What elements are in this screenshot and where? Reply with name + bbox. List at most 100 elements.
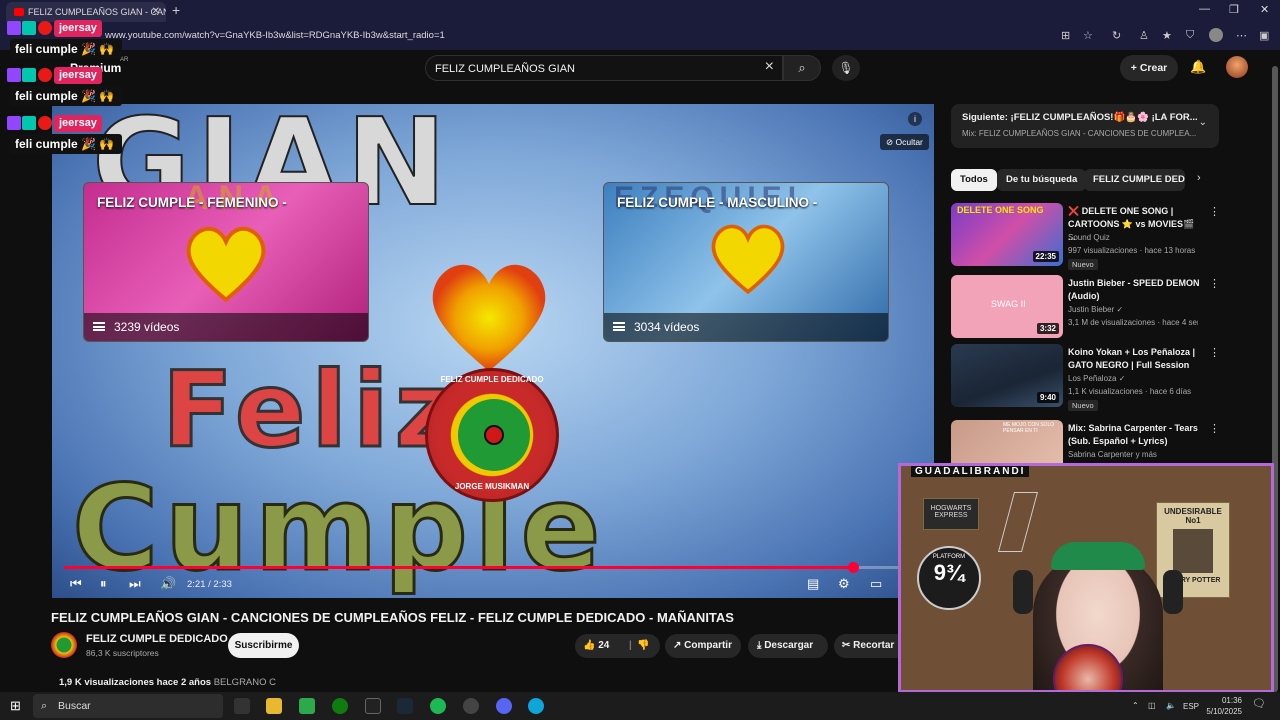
up-next-mix-panel[interactable]: Siguiente: ¡FELIZ CUMPLEAÑOS!🎁🎂🌸 ¡LA FOR… [951,104,1219,148]
language-indicator[interactable]: ESP [1183,701,1199,712]
video-thumbnail[interactable]: SWAG II 3:32 [951,275,1063,338]
sub-badge-icon [22,21,36,35]
recommended-video[interactable]: SWAG II 3:32 Justin Bieber - SPEED DEMON… [951,275,1221,339]
chevron-right-icon[interactable]: › [1197,172,1201,184]
volume-icon[interactable]: 🔊 [160,576,176,592]
spotify-icon[interactable] [430,698,446,714]
chat-message: feli cumple 🎉 🙌 [10,86,123,106]
clear-search-icon[interactable]: × [765,58,774,76]
hogwarts-express-sign: HOGWARTS EXPRESS [923,498,979,530]
share-button[interactable]: ↗ Compartir [665,634,741,658]
windows-taskbar: ⊞ ⌕ Buscar ⌃ ◫ 🔈 ESP 01:36 5/10/2025 🗨 [0,692,1280,720]
file-explorer-icon[interactable] [266,698,282,714]
new-tab-button[interactable]: + [172,2,180,18]
chevron-down-icon[interactable]: ⌄ [1199,117,1207,128]
location-tag: BELGRANO C [213,677,277,688]
download-button[interactable]: ⤓ Descargar [748,634,828,658]
more-menu-icon[interactable]: ⋯ [1236,29,1247,42]
pause-icon[interactable]: ⏸ [100,576,107,592]
next-icon[interactable]: ⏭ [129,576,141,592]
platform-number: 9¾ [933,560,965,585]
dislike-icon[interactable]: 👎 [637,634,649,658]
windows-start-icon[interactable]: ⊞ [10,698,21,714]
chip-de-tu-busqueda[interactable]: De tu búsqueda [997,169,1087,191]
video-thumbnail[interactable]: 9:40 [951,344,1063,407]
chat-username: jeersay [54,67,102,84]
more-options-icon[interactable]: ⋮ [1209,422,1220,435]
epic-games-icon[interactable] [365,698,381,714]
end-screen-playlist-card-femenino[interactable]: ANA FELIZ CUMPLE - FEMENINO - 3239 vídeo… [83,182,369,342]
obs-icon[interactable] [463,698,479,714]
voice-search-button[interactable]: 🎙 [832,55,860,81]
settings-gear-icon[interactable]: ⚙ [838,576,850,592]
close-window-icon[interactable]: ✕ [1260,3,1269,16]
channel-avatar[interactable] [51,632,77,658]
headphone-left [1013,570,1033,614]
poster-title: UNDESIRABLE No1 [1164,507,1222,525]
recommended-video[interactable]: DELETE ONE SONG 22:35 ❌ DELETE ONE SONG … [951,203,1221,270]
minecraft-icon[interactable] [299,698,315,714]
favorites-icon[interactable]: ★ [1162,29,1172,42]
progress-bar[interactable] [64,562,922,573]
refresh-icon[interactable]: ↻ [1112,29,1121,42]
end-screen-playlist-card-masculino[interactable]: EZEQUIEL FELIZ CUMPLE - MASCULINO - 3034… [603,182,889,342]
account-avatar[interactable] [1226,56,1248,78]
taskbar-search[interactable]: ⌕ Buscar [33,694,223,718]
sub-badge-icon [22,116,36,130]
steam-icon[interactable] [397,698,413,714]
theater-mode-icon[interactable]: ▭ [870,576,882,592]
volume-icon[interactable]: 🔈 [1166,700,1176,711]
tray-chevron-icon[interactable]: ⌃ [1132,700,1139,711]
clock[interactable]: 01:36 5/10/2025 [1200,695,1242,717]
more-options-icon[interactable]: ⋮ [1209,346,1220,359]
address-bar: www.youtube.com/watch?v=GnaYKB-Ib3w&list… [0,22,1280,50]
chat-message: feli cumple 🎉 🙌 [10,134,123,154]
shield-icon[interactable]: ⛉ [1186,29,1194,42]
video-metadata[interactable]: 1,9 K visualizaciones hace 2 años BELGRA… [59,677,276,688]
maximize-icon[interactable]: ❐ [1229,3,1239,16]
edge-browser-icon[interactable] [528,698,544,714]
info-icon[interactable]: i [908,112,922,126]
channel-name[interactable]: FELIZ CUMPLE DEDICADO [86,633,228,645]
apps-icon[interactable]: ⊞ [1061,29,1070,42]
previous-icon[interactable]: ⏮ [70,576,82,592]
clock-time: 01:36 [1221,696,1242,705]
discord-icon[interactable] [496,698,512,714]
notifications-bell-icon[interactable]: 🔔 [1190,59,1206,75]
video-player[interactable]: GIAN Feliz Cumple FELIZ CUMPLE DEDICADO … [52,104,934,598]
favorite-star-icon[interactable]: ☆ [1083,29,1093,42]
like-count: 24 [598,640,610,651]
chip-todos[interactable]: Todos [951,169,997,191]
xbox-icon[interactable] [332,698,348,714]
profile-avatar-icon[interactable] [1209,28,1223,42]
recommended-video[interactable]: 9:40 Koino Yokan + Los Peñaloza | GATO N… [951,344,1221,411]
taskbar-search-label: Buscar [58,700,91,712]
minimize-icon[interactable]: — [1199,3,1210,15]
task-view-icon[interactable] [234,698,250,714]
more-options-icon[interactable]: ⋮ [1209,205,1220,218]
create-button[interactable]: + Crear [1120,55,1178,81]
like-button[interactable]: 👍 24 [583,634,609,658]
video-title: FELIZ CUMPLEAÑOS GIAN - CANCIONES DE CUM… [51,610,734,625]
notification-center-icon[interactable]: 🗨 [1252,699,1266,710]
extension-icon[interactable]: ♙ [1139,29,1149,42]
card-count-label: 3239 vídeos [114,320,180,334]
video-thumbnail[interactable]: DELETE ONE SONG 22:35 [951,203,1063,266]
sidebar-toggle-icon[interactable]: ▣ [1259,29,1269,42]
clip-button[interactable]: ✂ Recortar [834,634,898,658]
heart-graphic [711,224,785,295]
hide-cards-button[interactable]: ⊘ Ocultar [880,134,929,150]
more-options-icon[interactable]: ⋮ [1209,277,1220,290]
subtitles-icon[interactable]: ▤ [807,576,819,592]
browser-tab[interactable]: FELIZ CUMPLEAÑOS GIAN - CAN ✕ [6,2,166,22]
url-field[interactable]: www.youtube.com/watch?v=GnaYKB-Ib3w&list… [105,30,445,41]
emblem-bottom-text: JORGE MUSIKMAN [454,482,530,491]
search-button[interactable]: ⌕ [783,55,821,81]
subscribe-button[interactable]: Suscribirme [228,633,299,658]
search-input[interactable]: FELIZ CUMPLEAÑOS GIAN × [425,55,783,81]
progress-scrubber[interactable] [848,562,860,573]
network-icon[interactable]: ◫ [1148,700,1156,711]
close-tab-icon[interactable]: ✕ [152,2,160,22]
headphone-right [1163,570,1183,614]
chip-feliz-cumple[interactable]: FELIZ CUMPLE DEDIC [1084,169,1185,191]
